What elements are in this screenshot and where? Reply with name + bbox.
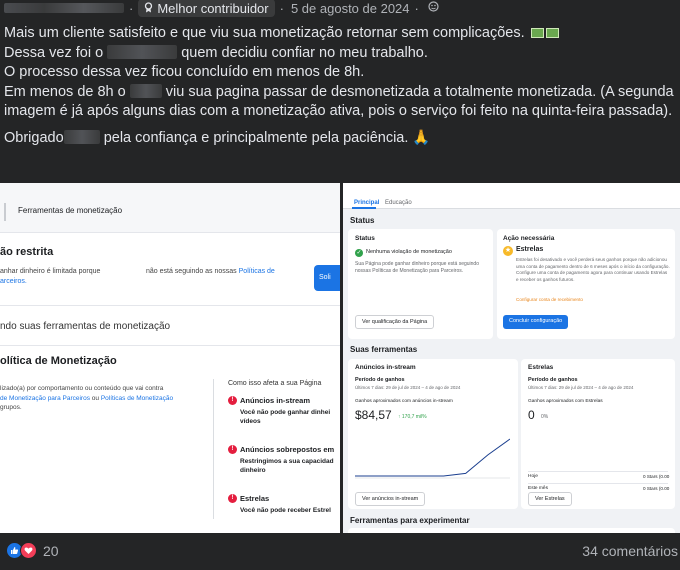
post-header: · Melhor contribuidor · 5 de agosto de 2…: [0, 0, 680, 17]
status-card: Status ✓ Nenhuma violação de monetização…: [348, 229, 493, 339]
tools-heading: Suas ferramentas: [350, 345, 418, 354]
tab-monetization-tools: Ferramentas de monetização: [18, 206, 123, 215]
top-contributor-badge[interactable]: Melhor contribuidor: [138, 0, 275, 17]
badge-label: Melhor contribuidor: [157, 0, 269, 16]
policy-heading: olítica de Monetização: [0, 355, 117, 367]
redacted-name: [63, 129, 100, 144]
post-line-4: Em menos de 8h o viu sua pagina passar d…: [4, 83, 674, 119]
view-stars-button: Ver Estrelas: [528, 492, 572, 506]
left-topbar: Ferramentas de monetização: [0, 183, 340, 233]
tab-indicator: [352, 207, 376, 209]
right-tabbar: Principal Educação: [343, 183, 680, 209]
instream-change: ↑ 170,7 mil%: [398, 414, 427, 420]
divider: [528, 483, 668, 484]
post-line-3: O processo dessa vez ficou concluído em …: [4, 64, 365, 80]
star-icon: ★: [503, 246, 513, 256]
divider-vertical: [213, 379, 214, 519]
warning-icon: !: [228, 445, 237, 454]
divider: [528, 471, 668, 472]
divider: [0, 345, 340, 346]
badge-icon: [144, 1, 153, 16]
post-date[interactable]: 5 de agosto de 2024: [291, 1, 410, 16]
post-line-2: Dessa vez foi o quem decidiu confiar no …: [4, 44, 428, 61]
stars-amount: 0: [528, 408, 535, 422]
separator-dot: ·: [414, 0, 419, 16]
warning-icon: !: [228, 494, 237, 503]
post-footer: 20 34 comentários: [0, 538, 680, 570]
stars-card: Estrelas Período de ganhos Últimos 7 dia…: [521, 359, 675, 509]
restriction-heading: ão restrita: [0, 246, 54, 258]
screenshot-before[interactable]: Ferramentas de monetização ão restrita a…: [0, 183, 340, 533]
author-name-redacted[interactable]: [4, 3, 124, 13]
tab-education: Educação: [385, 200, 412, 206]
instream-card: Anúncios in-stream Período de ganhos Últ…: [348, 359, 518, 509]
redacted-name: [129, 83, 162, 98]
audience-icon[interactable]: [428, 1, 439, 15]
restriction-desc: anhar dinheiro é limitada porque arceiro…: [0, 268, 101, 285]
earnings-line: [355, 438, 510, 477]
redacted-name: [107, 44, 178, 59]
page-qualification-button: Ver qualificação da Página: [355, 315, 435, 329]
post-line-1: Mais um cliente satisfeito e que viu sua…: [4, 24, 676, 44]
money-icon: [530, 28, 544, 38]
money-icon: [545, 28, 559, 38]
experiment-card: [348, 528, 675, 533]
reaction-count: 20: [43, 542, 59, 559]
instream-amount: $84,57: [355, 408, 392, 422]
tab-principal: Principal: [354, 200, 380, 206]
impact-title: Como isso afeta a sua Página: [228, 380, 322, 387]
post-body: Mais um cliente satisfeito e que viu sua…: [4, 24, 676, 148]
restriction-desc-2: não está seguindo as nossas Políticas de: [146, 268, 275, 275]
check-icon: ✓: [355, 249, 363, 257]
screenshot-after[interactable]: Principal Educação Status Status ✓ Nenhu…: [343, 183, 680, 533]
action-card: Ação necessária ★ Estrelas Estrelas foi …: [497, 229, 675, 339]
pray-emoji: 🙏: [412, 129, 431, 146]
comments-link[interactable]: 34 comentários: [582, 543, 678, 559]
request-button: Soli: [314, 265, 340, 291]
post-line-5: Obrigado pela confiança e principalmente…: [4, 129, 431, 146]
warning-icon: !: [228, 396, 237, 405]
love-icon: [20, 542, 37, 559]
complete-setup-button: Concluir configuração: [503, 315, 569, 329]
policy-text: lizado(a) por comportamento ou conteúdo …: [0, 385, 174, 411]
separator-dot: ·: [129, 0, 134, 16]
status-heading: Status: [350, 216, 375, 225]
instream-chart: [355, 438, 510, 479]
experiment-heading: Ferramentas para experimentar: [350, 516, 470, 525]
view-instream-button: Ver anúncios in-stream: [355, 492, 426, 506]
tab-indicator: [4, 203, 6, 221]
separator-dot: ·: [279, 0, 284, 16]
reactions-summary[interactable]: 20: [6, 542, 59, 559]
tools-section-heading: ndo suas ferramentas de monetização: [0, 321, 171, 332]
divider: [0, 305, 340, 306]
